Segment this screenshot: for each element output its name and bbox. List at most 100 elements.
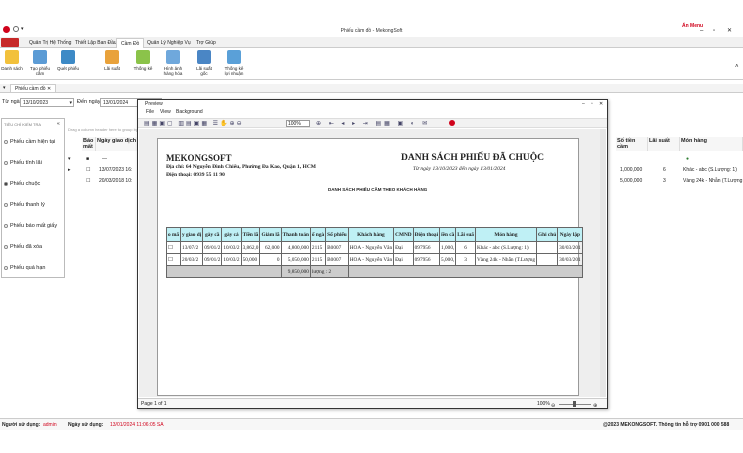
- tab-pawn[interactable]: Cầm Đồ: [116, 38, 145, 48]
- radio-icon[interactable]: [4, 244, 8, 249]
- ribbon-tabs: Quản Trị Hệ Thống Thiết Lập Ban Đầu Cầm …: [0, 37, 743, 48]
- preview-window: Preview – ▫ ✕ File View Background ▤▦▣▢ …: [137, 99, 608, 409]
- chevron-icon[interactable]: «: [57, 121, 60, 127]
- report-address: Địa chỉ: 64 Nguyễn Đình Chiểu, Phường Đa…: [166, 164, 316, 170]
- vertical-scrollbar[interactable]: [600, 129, 606, 397]
- maximize-button[interactable]: ▫: [713, 28, 715, 34]
- tab-pawn-list[interactable]: Phiếu cầm đồ ✕: [10, 84, 57, 93]
- filter-checkbox[interactable]: ■: [86, 156, 89, 162]
- base-interest-button[interactable]: Lãi suất gốc: [192, 50, 216, 76]
- report-col: iền cầ: [439, 227, 457, 242]
- create-pawn-button[interactable]: Tạo phiếu cầm: [28, 50, 52, 76]
- report-col: Số phiếu: [325, 227, 349, 242]
- report-title: DANH SÁCH PHIẾU ĐÃ CHUỘC: [401, 153, 545, 163]
- filter-add-icon[interactable]: ●: [686, 156, 689, 162]
- criteria-lost-paper[interactable]: Phiếu báo mất giấy: [4, 223, 57, 229]
- ribbon-toolbar: Danh sách Tạo phiếu cầm Quét phiếu Lãi s…: [0, 48, 743, 80]
- radio-icon[interactable]: [4, 223, 8, 228]
- zoom-out-icon[interactable]: ⊖: [551, 401, 555, 411]
- minimize-button[interactable]: –: [582, 100, 585, 108]
- criteria-overdue[interactable]: Phiếu quá hạn: [4, 265, 45, 271]
- interest-button[interactable]: Lãi suất: [100, 50, 124, 71]
- user-label: Người sử dụng:: [2, 422, 41, 428]
- report-col: Lãi suấ: [455, 227, 476, 242]
- criteria-redeemed[interactable]: Phiếu chuộc: [4, 181, 40, 187]
- tab-system[interactable]: Quản Trị Hệ Thống: [25, 38, 75, 48]
- create-icon: [33, 50, 47, 64]
- zoom-select[interactable]: 100%: [286, 120, 310, 127]
- minimize-button[interactable]: –: [700, 28, 703, 34]
- close-button[interactable]: ✕: [727, 27, 732, 34]
- radio-icon[interactable]: [4, 202, 8, 207]
- goods-image-button[interactable]: Hình ảnh hàng hóa: [161, 50, 185, 76]
- date-value: 13/01/2024 11:06:05 SA: [110, 422, 164, 428]
- report-col: Ghi chú: [536, 227, 559, 242]
- report-col: y giao dị: [180, 227, 204, 242]
- tab-setup[interactable]: Thiết Lập Ban Đầu: [71, 38, 121, 48]
- report-col: Ngày lập: [557, 227, 583, 242]
- report-col: gày cầ: [202, 227, 223, 242]
- radio-icon[interactable]: [4, 160, 8, 165]
- row-checkbox[interactable]: ☐: [86, 167, 90, 173]
- report-row: ☐ 20/03/2 09/01/2 10/03/2 50,000 0 5,050…: [165, 253, 583, 266]
- maximize-button[interactable]: ▫: [591, 100, 593, 108]
- criteria-deleted[interactable]: Phiếu đã xóa: [4, 244, 42, 250]
- chart-icon: [136, 50, 150, 64]
- column-amount[interactable]: Số tiền cầm: [616, 137, 648, 151]
- column-lost[interactable]: Báo mất: [82, 137, 96, 151]
- report-total-count: lượng : 2: [309, 265, 349, 278]
- close-button[interactable]: ✕: [599, 100, 603, 108]
- tab-menu-icon[interactable]: ▾: [3, 85, 6, 91]
- report-col: CMND: [393, 227, 414, 242]
- menu-file[interactable]: File: [146, 109, 154, 116]
- tab-help[interactable]: Trợ Giúp: [192, 38, 220, 48]
- radio-icon[interactable]: [4, 139, 8, 144]
- scan-button[interactable]: Quét phiếu: [56, 50, 80, 71]
- tab-business[interactable]: Quản Lý Nghiệp Vụ: [143, 38, 195, 48]
- menu-view[interactable]: View: [160, 109, 171, 116]
- report-range: Từ ngày 13/10/2023 đến ngày 13/01/2024: [413, 166, 506, 172]
- page-info: Page 1 of 1: [141, 401, 167, 407]
- profit-stats-button[interactable]: Thống kê lợi nhuận: [222, 50, 246, 76]
- list-button[interactable]: Danh sách: [0, 50, 24, 71]
- row-checkbox[interactable]: ☐: [86, 178, 90, 184]
- report-subtitle: DANH SÁCH PHIẾU CẦM THEO KHÁCH HÀNG: [328, 187, 428, 192]
- column-item[interactable]: Món hàng: [680, 137, 743, 151]
- preview-menu: File View Background: [138, 109, 607, 116]
- report-col: Món hàng: [474, 227, 538, 242]
- interest-icon: [197, 50, 211, 64]
- column-rate[interactable]: Lãi suất: [648, 137, 680, 151]
- report-row: ☐ 13/07/2 09/01/2 10/03/2 3,862,0 62,000…: [165, 241, 583, 254]
- image-icon: [166, 50, 180, 64]
- collapse-ribbon-icon[interactable]: ˄: [735, 64, 739, 70]
- scan-icon: [61, 50, 75, 64]
- to-label: Đến ngày: [77, 99, 101, 105]
- list-icon: [5, 50, 19, 64]
- statistics-button[interactable]: Thống kê: [131, 50, 155, 71]
- from-date-input[interactable]: 13/10/2023 ▾: [20, 98, 74, 107]
- menu-background[interactable]: Background: [176, 109, 203, 116]
- chevron-down-icon[interactable]: ▾: [69, 99, 72, 107]
- criteria-interest[interactable]: Phiếu tính lãi: [4, 160, 42, 166]
- preview-area: MEKONGSOFT Địa chỉ: 64 Nguyễn Đình Chiểu…: [139, 129, 606, 397]
- column-date[interactable]: Ngày giao dịch: [96, 137, 141, 151]
- close-preview-icon[interactable]: [449, 120, 455, 126]
- radio-icon[interactable]: [4, 181, 8, 186]
- zoom-slider-thumb[interactable]: [573, 401, 576, 407]
- row-pointer-icon: ▸: [68, 167, 71, 173]
- preview-toolbar: ▤▦▣▢ ▥▤▣▦ ☰✋⊕⊖ 100% ⊕ ⇤ ◂ ▸ ⇥ ▤▦ ▣ ◐ ✉: [138, 118, 607, 128]
- zoom-in-icon[interactable]: ⊕: [593, 401, 597, 411]
- toolbar-icons[interactable]: ▤▦▣▢ ▥▤▣▦ ☰✋⊕⊖: [144, 120, 244, 127]
- report-total-row: 9,850,000 lượng : 2: [166, 265, 583, 278]
- preview-titlebar: Preview – ▫ ✕: [138, 100, 607, 108]
- criteria-current[interactable]: Phiếu cầm hiện tại: [4, 139, 55, 145]
- report-col: Thanh toán: [280, 227, 311, 242]
- nav-icons[interactable]: ⊕ ⇤ ◂ ▸ ⇥ ▤▦ ▣ ◐ ✉: [316, 120, 430, 127]
- percent-icon: [105, 50, 119, 64]
- radio-icon[interactable]: [4, 265, 8, 270]
- file-menu-button[interactable]: [1, 38, 19, 47]
- profit-icon: [227, 50, 241, 64]
- criteria-liquidated[interactable]: Phiếu thanh lý: [4, 202, 45, 208]
- report-phone: Điện thoại: 0939 55 11 90: [166, 172, 225, 178]
- report-checkbox: ☐: [165, 253, 182, 266]
